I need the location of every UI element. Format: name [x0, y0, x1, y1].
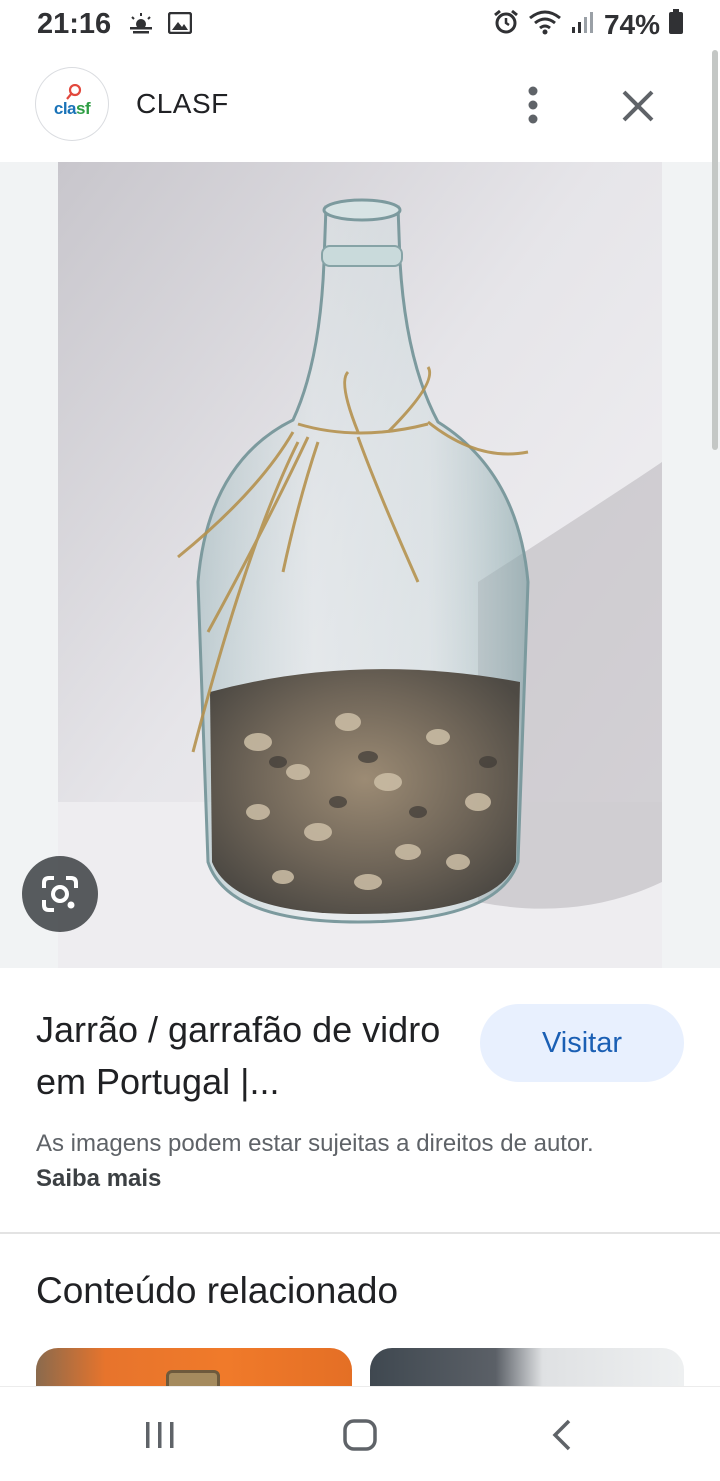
recent-apps-icon — [146, 1422, 174, 1448]
google-lens-button[interactable] — [22, 856, 98, 932]
battery-percent: 74% — [603, 8, 660, 40]
signal-icon — [570, 9, 596, 40]
weather-icon — [128, 12, 154, 39]
recent-apps-button[interactable] — [130, 1407, 190, 1463]
scrollbar[interactable] — [712, 50, 718, 450]
copyright-notice: As imagens podem estar sujeitas a direit… — [36, 1130, 594, 1192]
site-logo[interactable]: clasf — [36, 68, 108, 140]
home-icon — [343, 1419, 377, 1451]
learn-more-link[interactable]: Saiba mais — [36, 1165, 161, 1192]
close-icon — [622, 90, 654, 122]
result-title[interactable]: Jarrão / garrafão de vidro em Portugal |… — [36, 1004, 456, 1108]
wifi-icon — [528, 9, 562, 40]
battery-icon — [668, 9, 684, 40]
status-time: 21:16 — [37, 8, 112, 40]
alarm-icon — [492, 8, 520, 41]
home-button[interactable] — [330, 1407, 390, 1463]
related-content-heading: Conteúdo relacionado — [36, 1270, 399, 1311]
visit-button[interactable]: Visitar — [480, 1004, 684, 1082]
divider — [0, 1232, 720, 1234]
header: clasf CLASF — [0, 50, 720, 160]
magnifier-icon — [66, 84, 82, 100]
status-bar: 21:16 74% — [0, 0, 720, 50]
image-icon — [167, 11, 193, 39]
logo-text: clasf — [53, 99, 91, 118]
back-button[interactable] — [532, 1407, 592, 1463]
back-icon — [552, 1419, 571, 1451]
close-button[interactable] — [614, 82, 662, 130]
more-options-button[interactable] — [510, 80, 556, 130]
more-vert-icon — [528, 86, 538, 124]
site-name: CLASF — [136, 88, 229, 119]
result-image[interactable] — [58, 162, 662, 968]
image-viewer — [0, 162, 720, 968]
system-nav-bar — [0, 1386, 720, 1481]
lens-icon — [42, 876, 78, 912]
